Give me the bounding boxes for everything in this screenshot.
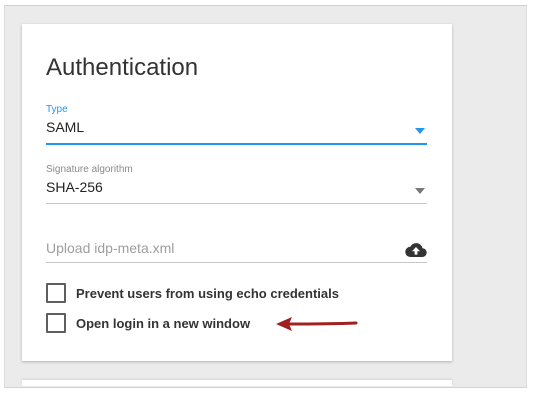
- signature-label: Signature algorithm: [46, 164, 133, 175]
- prevent-echo-label: Prevent users from using echo credential…: [76, 285, 339, 301]
- open-new-window-label: Open login in a new window: [76, 315, 251, 331]
- checkbox-row-open-new-window[interactable]: Open login in a new window: [46, 313, 250, 333]
- type-value: SAML: [46, 119, 85, 135]
- type-select[interactable]: Type SAML: [46, 104, 427, 146]
- checkbox-row-prevent-echo[interactable]: Prevent users from using echo credential…: [46, 283, 339, 303]
- type-underline: [46, 143, 427, 145]
- open-new-window-checkbox[interactable]: [46, 313, 66, 333]
- authentication-card: Authentication Type SAML Signature algor…: [22, 24, 452, 361]
- signature-algorithm-select[interactable]: Signature algorithm SHA-256: [46, 164, 427, 206]
- signature-underline: [46, 203, 427, 204]
- upload-idp-meta-field[interactable]: Upload idp-meta.xml: [46, 239, 427, 265]
- signature-value: SHA-256: [46, 179, 103, 195]
- red-arrow-icon: [276, 317, 358, 331]
- upload-placeholder: Upload idp-meta.xml: [46, 240, 175, 256]
- prevent-echo-checkbox[interactable]: [46, 283, 66, 303]
- type-label: Type: [46, 104, 68, 115]
- dropdown-arrow-icon[interactable]: [415, 188, 425, 194]
- next-card-edge: [22, 380, 452, 386]
- cloud-upload-icon[interactable]: [405, 242, 427, 263]
- upload-underline: [46, 262, 427, 263]
- dropdown-arrow-icon[interactable]: [415, 128, 425, 134]
- card-title: Authentication: [46, 54, 199, 81]
